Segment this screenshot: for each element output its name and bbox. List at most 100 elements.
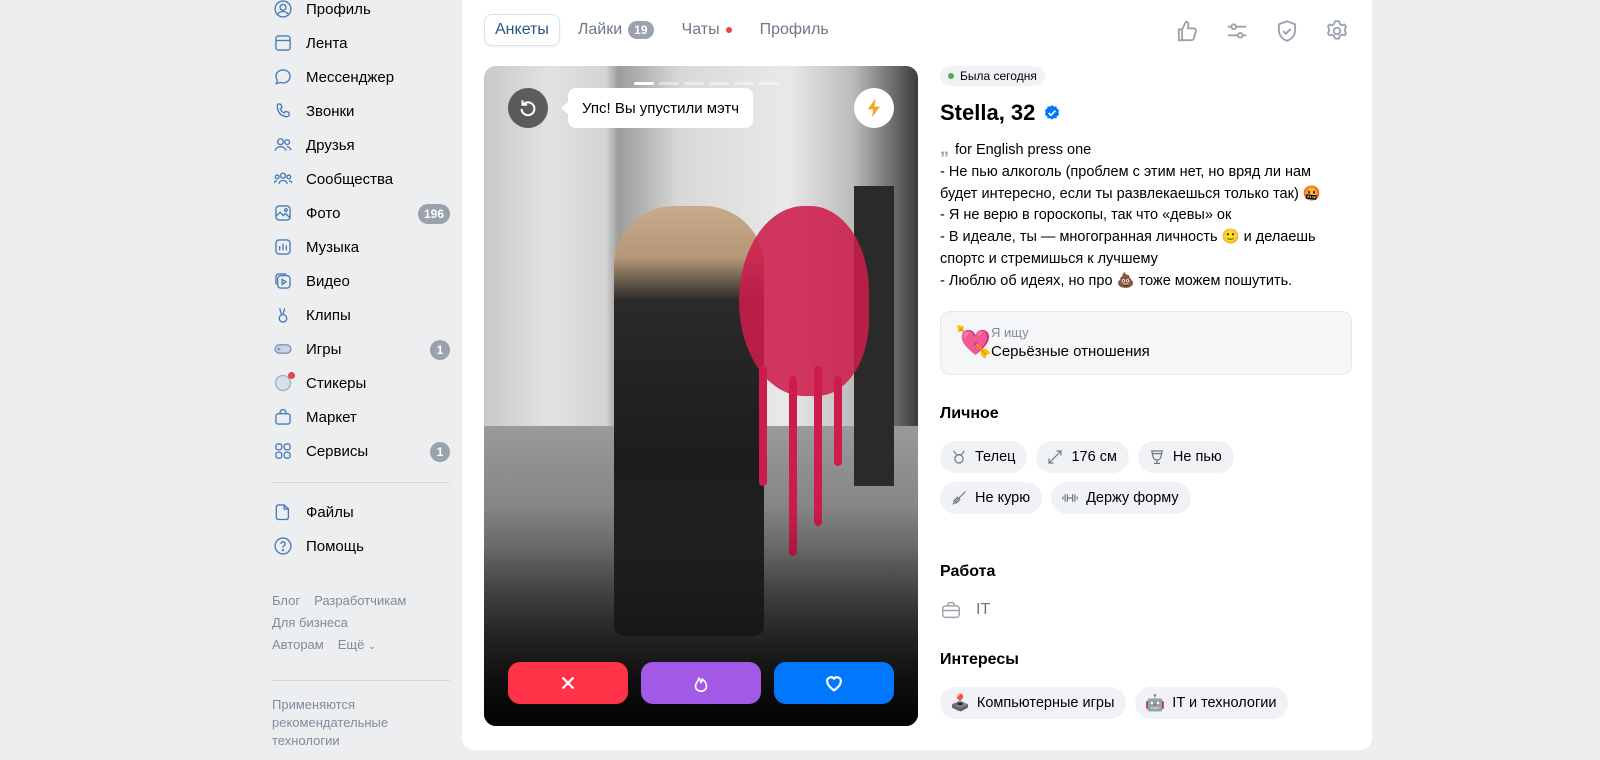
sidebar-item-messenger[interactable]: Мессенджер: [272, 60, 450, 94]
groups-icon: [272, 168, 294, 190]
chip-label: Компьютерные игры: [976, 694, 1115, 711]
sidebar-item-video[interactable]: Видео: [272, 264, 450, 298]
footer-link-business[interactable]: Для бизнеса: [272, 615, 348, 630]
sidebar-item-games[interactable]: Игры 1: [272, 332, 450, 366]
tab-label: Чаты: [681, 21, 720, 38]
chip-label: IT и технологии: [1172, 694, 1277, 711]
bio-line: - В идеале, ты — многогранная личность 🙂…: [940, 229, 1316, 267]
photo-page-dot[interactable]: [634, 82, 654, 85]
games-icon: [272, 338, 294, 360]
footer-link-developers[interactable]: Разработчикам: [314, 593, 406, 608]
profile-name: Stella, 32: [940, 100, 1036, 125]
footer-link-authors[interactable]: Авторам: [272, 637, 324, 652]
photo-page-dot[interactable]: [759, 82, 779, 85]
shield-check-icon[interactable]: [1274, 18, 1300, 44]
sidebar-item-label: Профиль: [306, 0, 371, 18]
profile-photo-card[interactable]: Упс! Вы упустили мэтч: [484, 66, 918, 726]
sidebar-item-clips[interactable]: Клипы: [272, 298, 450, 332]
chip-fitness: Держу форму: [1051, 481, 1191, 514]
missed-match-tooltip: Упс! Вы упустили мэтч: [560, 88, 754, 128]
sidebar-item-label: Файлы: [306, 503, 354, 521]
sidebar-item-help[interactable]: Помощь: [272, 529, 450, 563]
sidebar-item-stickers[interactable]: Стикеры: [272, 366, 450, 400]
help-icon: [272, 535, 294, 557]
sidebar-item-label: Видео: [306, 272, 350, 290]
sidebar-item-calls[interactable]: Звонки: [272, 94, 450, 128]
user-circle-icon: [272, 0, 294, 20]
photo-page-dot[interactable]: [684, 82, 704, 85]
sidebar-item-communities[interactable]: Сообщества: [272, 162, 450, 196]
tab-label: Профиль: [759, 21, 829, 38]
boost-button[interactable]: [854, 88, 894, 128]
sidebar-item-market[interactable]: Маркет: [272, 400, 450, 434]
interests-section-title: Интересы: [940, 650, 1019, 668]
sidebar-item-files[interactable]: Файлы: [272, 495, 450, 529]
verified-badge-icon: [1045, 105, 1060, 120]
profile-bio: „ for English press one - Не пью алкоголь…: [940, 138, 1352, 293]
tab-label: Анкеты: [495, 21, 549, 38]
tab-my-profile[interactable]: Профиль: [760, 21, 829, 39]
services-count-badge: 1: [430, 442, 450, 462]
clips-icon: [272, 304, 294, 326]
sidebar-item-label: Звонки: [306, 102, 355, 120]
photo-page-dot[interactable]: [659, 82, 679, 85]
photo-paint-drip: [834, 376, 842, 466]
personal-section-title: Личное: [940, 404, 999, 422]
settings-gear-icon[interactable]: [1324, 18, 1350, 44]
work-section-title: Работа: [940, 562, 996, 580]
sidebar-item-label: Игры: [306, 340, 342, 358]
looking-for-label: Я ищу: [991, 325, 1029, 341]
photo-paint-drip: [759, 366, 767, 486]
sidebar-item-label: Мессенджер: [306, 68, 395, 86]
recommendation-notice: Применяются рекомендательные технологии: [272, 697, 389, 748]
dislike-button[interactable]: [508, 662, 628, 704]
photo-count-badge: 196: [417, 204, 450, 224]
tabs-bar: Анкеты Лайки 19 Чаты Профиль: [484, 14, 857, 46]
tab-likes[interactable]: Лайки 19: [578, 21, 654, 39]
close-icon: [561, 676, 575, 690]
joystick-icon: 🕹️: [950, 694, 970, 712]
chip-height: 176 см: [1036, 440, 1129, 473]
chat-bubble-icon: [272, 66, 294, 88]
photo-paint-drip: [814, 366, 822, 526]
footer-link-blog[interactable]: Блог: [272, 593, 300, 608]
sidebar-item-label: Друзья: [306, 136, 355, 154]
footer-link-more[interactable]: Ещё ⌄: [338, 637, 377, 652]
footer-link-more-label: Ещё: [337, 637, 365, 652]
sidebar-item-label: Маркет: [306, 408, 357, 426]
undo-button[interactable]: [508, 88, 548, 128]
chip-label: Не курю: [975, 489, 1031, 506]
sidebar-item-label: Сервисы: [306, 442, 369, 460]
sidebar-item-friends[interactable]: Друзья: [272, 128, 450, 162]
bio-line: - Не пью алкоголь (проблем с этим нет, н…: [940, 163, 1321, 202]
dating-main-panel: Анкеты Лайки 19 Чаты Профиль Упс! Вы упус…: [462, 0, 1372, 750]
photo-page-dot[interactable]: [709, 82, 729, 85]
sidebar-item-label: Сообщества: [306, 170, 394, 188]
sidebar-item-services[interactable]: Сервисы 1: [272, 434, 450, 468]
sidebar-item-feed[interactable]: Лента: [272, 26, 450, 60]
filters-icon[interactable]: [1224, 18, 1250, 44]
taurus-icon: [953, 450, 965, 464]
tab-chats[interactable]: Чаты: [682, 21, 732, 39]
sidebar-item-profile[interactable]: Профиль: [272, 0, 450, 26]
tab-profiles[interactable]: Анкеты: [484, 14, 560, 46]
chip-smoking: Не курю: [940, 481, 1043, 514]
sidebar-item-music[interactable]: Музыка: [272, 230, 450, 264]
photo-page-dot[interactable]: [734, 82, 754, 85]
undo-icon: [520, 100, 536, 117]
chip-label: Не пью: [1172, 448, 1222, 465]
sidebar-item-label: Клипы: [306, 306, 351, 324]
market-bag-icon: [272, 406, 294, 428]
superlike-button[interactable]: [641, 662, 761, 704]
robot-icon: 🤖: [1145, 694, 1166, 712]
file-icon: [272, 501, 294, 523]
looking-for-value: Серьёзные отношения: [991, 343, 1150, 361]
sidebar-item-photo[interactable]: Фото 196: [272, 196, 450, 230]
thumb-up-icon[interactable]: [1174, 18, 1200, 44]
sidebar-item-label: Фото: [306, 204, 341, 222]
interests-chips: 🕹️ Компьютерные игры 🤖 IT и технологии: [940, 686, 1352, 728]
bio-line: - Люблю об идеях, но про 💩 тоже можем по…: [940, 272, 1293, 289]
phone-icon: [272, 100, 294, 122]
like-button[interactable]: [774, 662, 894, 704]
profile-info: Была сегодня Stella, 32 „ for English pre…: [940, 66, 1352, 728]
